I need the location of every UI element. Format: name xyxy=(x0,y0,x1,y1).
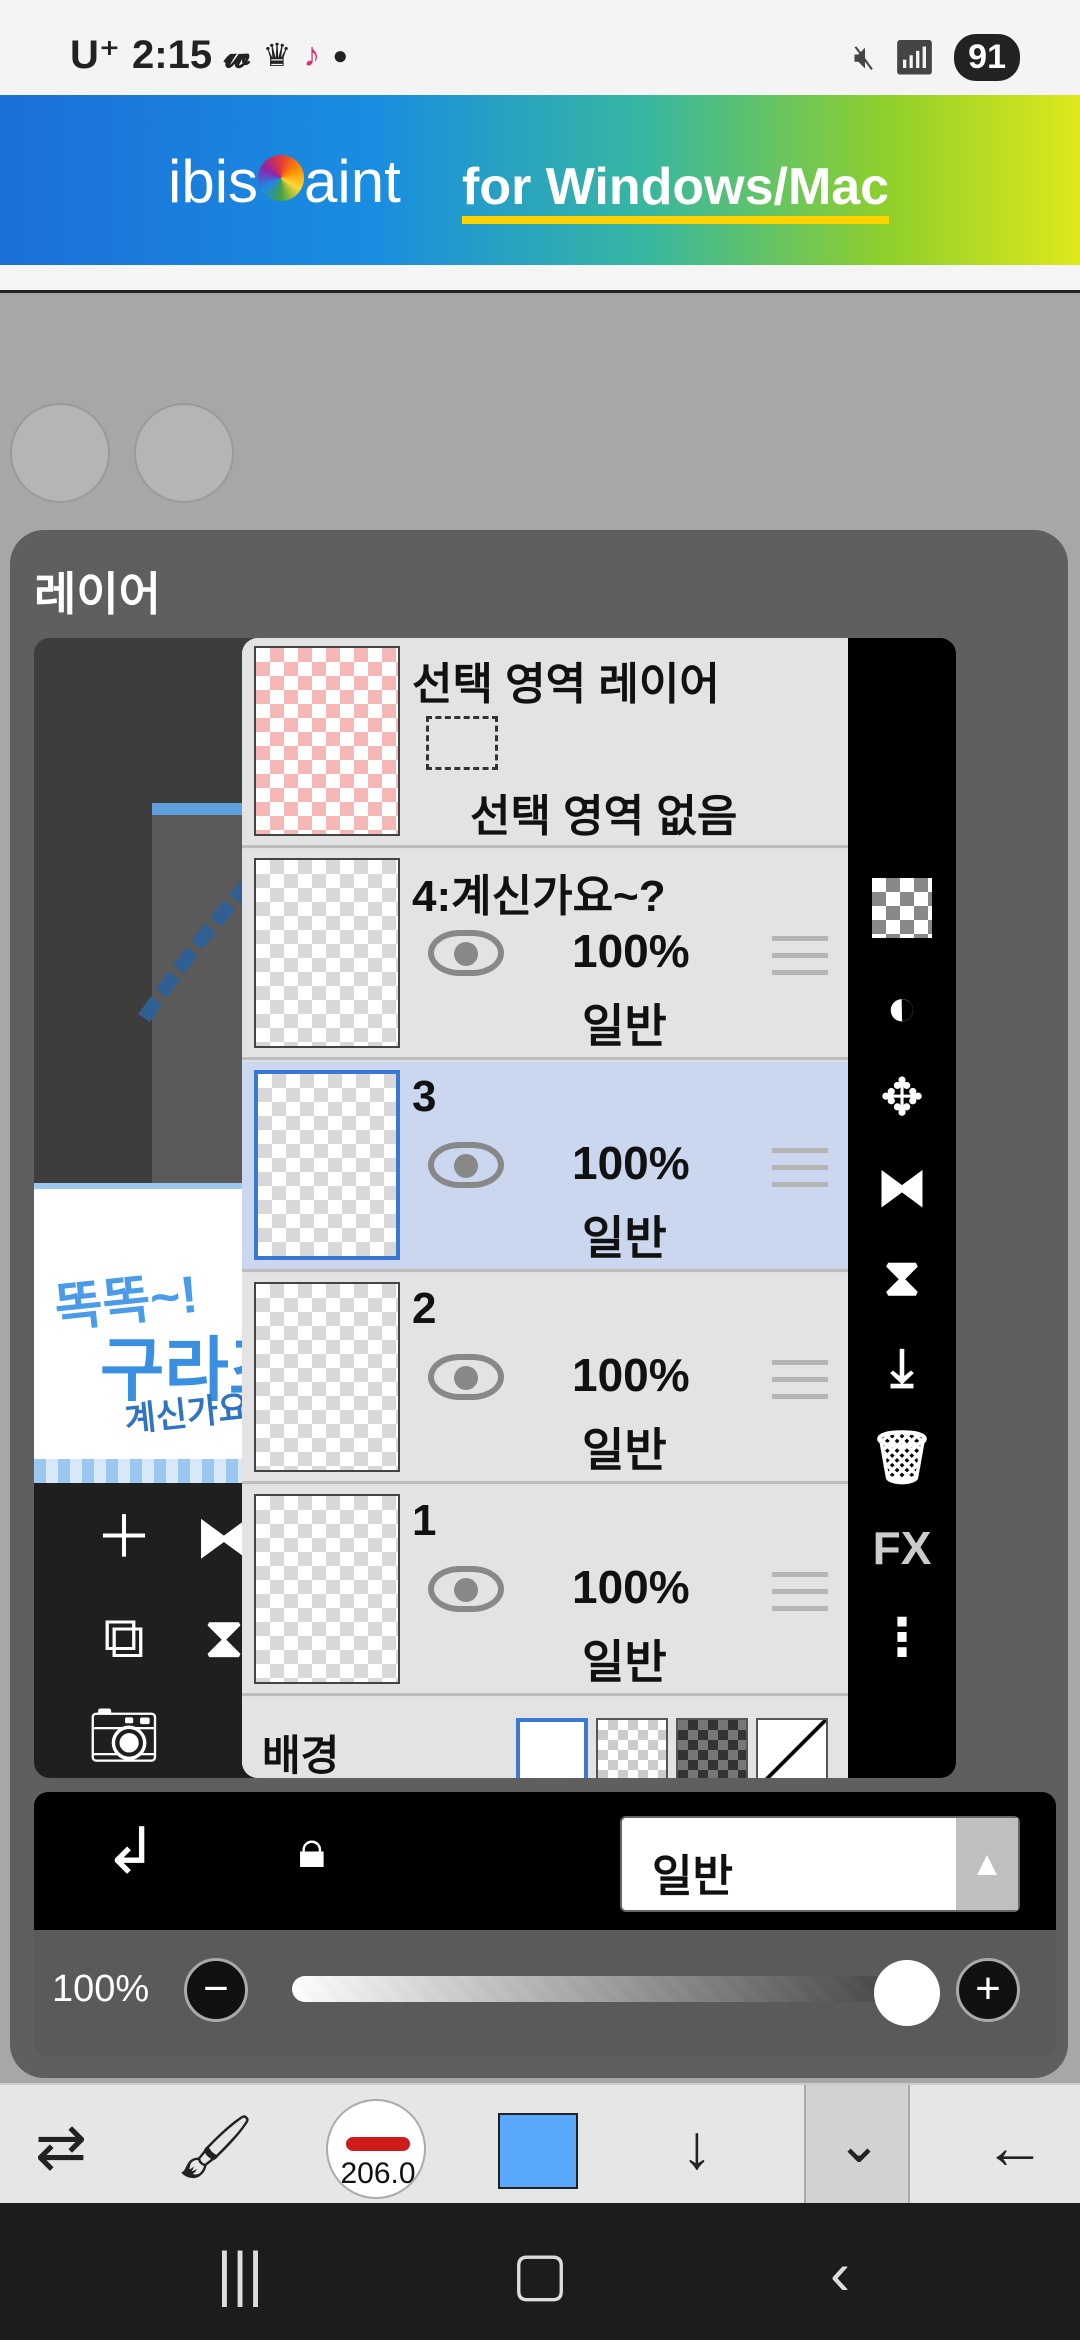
undo-button[interactable] xyxy=(10,403,110,503)
color-swatch[interactable] xyxy=(498,2113,578,2189)
layer-name: 1 xyxy=(412,1496,437,1545)
bg-transparent-option[interactable] xyxy=(596,1718,668,1778)
layer-row-selected[interactable]: 3 100% 일반 xyxy=(242,1062,850,1272)
layer-thumbnail xyxy=(254,1070,400,1260)
fx-button[interactable]: FX xyxy=(862,1508,942,1588)
layer-thumbnail xyxy=(254,1494,400,1684)
carrier-label: U⁺ xyxy=(70,33,120,77)
selection-status: 선택 영역 없음 xyxy=(470,792,738,841)
brush-size-button[interactable]: 206.0 xyxy=(326,2099,426,2199)
bg-dark-option[interactable] xyxy=(676,1718,748,1778)
chevron-double-down-icon: ⌄ xyxy=(836,2114,882,2174)
back-arrow-icon[interactable]: ← xyxy=(970,2103,1060,2193)
tiktok-icon: ♪ xyxy=(303,35,321,74)
ad-banner[interactable]: ibis aint for Windows/Mac xyxy=(0,95,1080,265)
selection-marquee-icon xyxy=(426,716,498,770)
blend-mode-value: 일반 xyxy=(652,1852,733,1901)
add-layer-icon[interactable]: ＋ xyxy=(84,1498,164,1578)
system-nav-bar: ||| ▢ ‹ xyxy=(0,2203,1080,2340)
recent-apps-icon[interactable]: ||| xyxy=(200,2239,280,2308)
background-row[interactable]: 배경 xyxy=(242,1698,850,1778)
layer-blend-mode: 일반 xyxy=(582,1636,667,1688)
move-icon[interactable]: ✥ xyxy=(862,1058,942,1138)
layer-blend-mode: 일반 xyxy=(582,1000,667,1052)
more-options-icon[interactable]: ⋮ xyxy=(862,1598,942,1678)
opacity-label: 100% xyxy=(52,1968,150,2010)
ibispaint-logo: ibis aint xyxy=(168,148,401,215)
layer-thumbnail xyxy=(254,1282,400,1472)
layer-panel-button[interactable]: ⌄ xyxy=(804,2085,910,2203)
app-toolbar: ⇄ 🖌︎ 206.0 ↓ ⌄ ← xyxy=(0,2083,1080,2203)
brush-size-value: 206.0 xyxy=(340,2157,416,2190)
layer-row[interactable]: 4:계신가요~? 100% 일반 xyxy=(242,850,850,1060)
dot-icon: ● xyxy=(332,39,349,70)
bg-white-option[interactable] xyxy=(516,1718,588,1778)
opacity-slider-knob[interactable] xyxy=(874,1960,940,2026)
layer-name: 선택 영역 레이어 xyxy=(412,660,720,709)
panel-title: 레이어 xyxy=(34,568,161,620)
blend-mode-select[interactable]: 일반 ▲ xyxy=(620,1816,1020,1912)
color-wheel-icon xyxy=(258,155,305,202)
brush-icon[interactable]: 🖌︎ xyxy=(170,2103,260,2193)
status-bar: U⁺ 2:15 𝔀 ♛ ♪ ● 🔇︎ 📶︎ 91 xyxy=(0,0,1080,95)
layer-panel: 레이어 똑똑~! 구라조 계신가요~? ＋ ⧓ ⧉ ⧗ 📷︎ 선택 영역 레이어… xyxy=(10,530,1068,2078)
layer-thumbnail xyxy=(254,858,400,1048)
opacity-slider-bar: 100% − + xyxy=(34,1930,1056,2056)
dropdown-arrow-icon[interactable]: ▲ xyxy=(956,1818,1018,1910)
transparency-icon[interactable] xyxy=(872,878,932,938)
clock: 2:15 xyxy=(132,32,213,77)
layer-name: 2 xyxy=(412,1284,437,1333)
visibility-eye-icon[interactable] xyxy=(428,1142,504,1188)
background-label: 배경 xyxy=(262,1732,340,1778)
arrow-down-icon[interactable]: ↓ xyxy=(652,2103,742,2193)
tool-select-icon[interactable]: ⇄ xyxy=(16,2103,106,2193)
layer-options-bar: ↲ 🔒︎ 일반 ▲ xyxy=(34,1792,1056,1930)
merge-down-icon[interactable]: ⤓ xyxy=(862,1328,942,1408)
visibility-eye-icon[interactable] xyxy=(428,1566,504,1612)
clip-layer-icon[interactable]: ↲ xyxy=(104,1814,158,1889)
decrease-opacity-button[interactable]: − xyxy=(184,1958,248,2022)
bg-none-option[interactable] xyxy=(756,1718,828,1778)
duplicate-layer-icon[interactable]: ⧉ xyxy=(84,1598,164,1678)
layer-opacity: 100% xyxy=(572,1349,690,1401)
drag-handle-icon[interactable] xyxy=(772,1572,828,1623)
flip-horizontal-icon[interactable]: ⧓ xyxy=(862,1148,942,1228)
battery-indicator: 91 xyxy=(954,34,1020,81)
layer-name: 3 xyxy=(412,1072,437,1121)
delete-icon[interactable]: 🗑︎ xyxy=(862,1418,942,1498)
opacity-slider-track[interactable] xyxy=(292,1976,932,2002)
increase-opacity-button[interactable]: + xyxy=(956,1958,1020,2022)
wifi-icon: 📶︎ xyxy=(893,38,937,77)
drag-handle-icon[interactable] xyxy=(772,1148,828,1199)
alpha-lock-icon[interactable]: 🔒︎ xyxy=(298,1820,326,1881)
layer-row[interactable]: 1 100% 일반 xyxy=(242,1486,850,1696)
layer-opacity: 100% xyxy=(572,1137,690,1189)
brush-preview xyxy=(346,2137,410,2151)
ad-divider xyxy=(0,265,1080,293)
camera-icon[interactable]: 📷︎ xyxy=(84,1696,164,1776)
visibility-eye-icon[interactable] xyxy=(428,1354,504,1400)
layer-blend-mode: 일반 xyxy=(582,1212,667,1264)
visibility-eye-icon[interactable] xyxy=(428,930,504,976)
layer-name: 4:계신가요~? xyxy=(412,872,666,921)
layer-blend-mode: 일반 xyxy=(582,1424,667,1476)
invert-icon[interactable]: ◐ xyxy=(862,968,942,1048)
ad-tagline: for Windows/Mac xyxy=(462,157,890,224)
layer-opacity: 100% xyxy=(572,925,690,977)
selection-layer-row[interactable]: 선택 영역 레이어 선택 영역 없음 xyxy=(242,638,850,848)
home-icon[interactable]: ▢ xyxy=(500,2239,580,2309)
drag-handle-icon[interactable] xyxy=(772,1360,828,1411)
layer-tools-toolbar: ◐ ✥ ⧓ ⧗ ⤓ 🗑︎ FX ⋮ xyxy=(848,638,956,1778)
layer-row[interactable]: 2 100% 일반 xyxy=(242,1274,850,1484)
layer-thumbnail xyxy=(254,646,400,836)
layer-opacity: 100% xyxy=(572,1561,690,1613)
redo-button[interactable] xyxy=(134,403,234,503)
crown-icon: ♛ xyxy=(262,37,292,73)
app-notification-icon: 𝔀 xyxy=(224,33,251,75)
back-icon[interactable]: ‹ xyxy=(800,2239,880,2308)
drag-handle-icon[interactable] xyxy=(772,936,828,987)
layer-list[interactable]: 선택 영역 레이어 선택 영역 없음 4:계신가요~? 100% 일반 3 10… xyxy=(242,638,850,1778)
flip-vertical-icon[interactable]: ⧗ xyxy=(862,1238,942,1318)
mute-icon: 🔇︎ xyxy=(853,38,875,76)
